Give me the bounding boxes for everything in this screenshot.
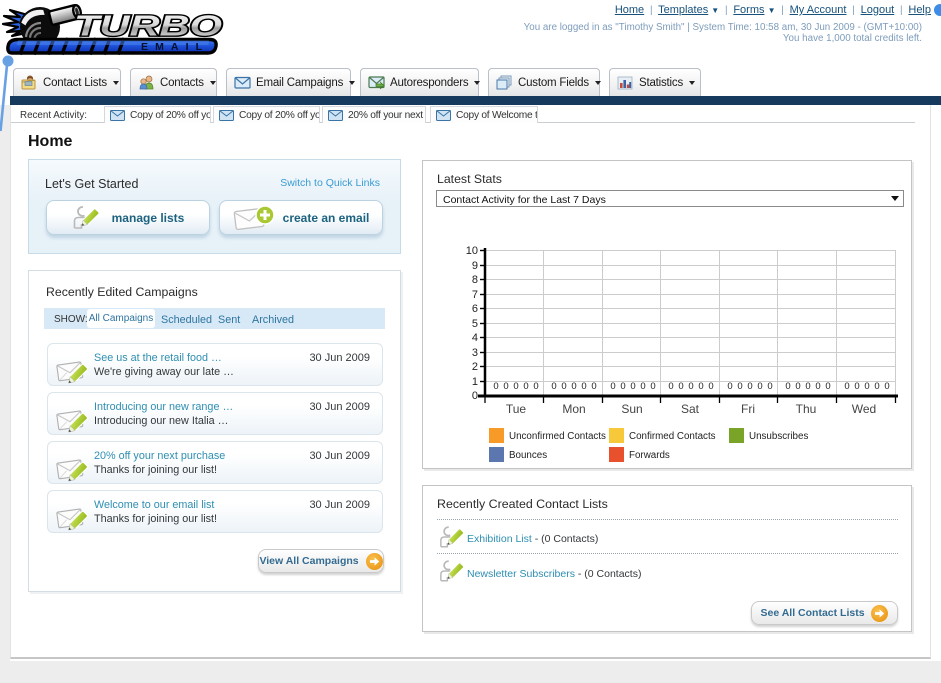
svg-text:0: 0 xyxy=(650,381,655,392)
svg-text:Tue: Tue xyxy=(506,402,527,416)
svg-text:TURBO: TURBO xyxy=(74,11,223,43)
svg-text:Mon: Mon xyxy=(562,402,585,416)
svg-text:7: 7 xyxy=(472,289,478,301)
svg-text:0: 0 xyxy=(785,381,790,392)
svg-text:0: 0 xyxy=(610,381,615,392)
svg-text:Wed: Wed xyxy=(852,402,876,416)
svg-text:0: 0 xyxy=(513,381,518,392)
svg-text:0: 0 xyxy=(620,381,625,392)
svg-text:0: 0 xyxy=(767,381,772,392)
svg-text:8: 8 xyxy=(472,274,478,286)
svg-text:Thu: Thu xyxy=(796,402,817,416)
svg-text:0: 0 xyxy=(757,381,762,392)
svg-text:0: 0 xyxy=(874,381,879,392)
svg-text:0: 0 xyxy=(523,381,528,392)
svg-text:0: 0 xyxy=(825,381,830,392)
svg-text:0: 0 xyxy=(630,381,635,392)
svg-text:9: 9 xyxy=(472,260,478,272)
svg-text:1: 1 xyxy=(472,376,478,388)
svg-text:0: 0 xyxy=(668,381,673,392)
svg-text:0: 0 xyxy=(747,381,752,392)
svg-text:EMAIL: EMAIL xyxy=(141,41,208,53)
svg-text:0: 0 xyxy=(854,381,859,392)
svg-text:3: 3 xyxy=(472,347,478,359)
svg-text:0: 0 xyxy=(698,381,703,392)
svg-text:0: 0 xyxy=(805,381,810,392)
svg-text:10: 10 xyxy=(466,245,478,257)
svg-text:0: 0 xyxy=(561,381,566,392)
svg-text:0: 0 xyxy=(472,390,478,402)
svg-text:2: 2 xyxy=(472,361,478,373)
svg-text:5: 5 xyxy=(472,318,478,330)
svg-text:0: 0 xyxy=(503,381,508,392)
svg-text:4: 4 xyxy=(472,332,478,344)
svg-text:Fri: Fri xyxy=(741,402,755,416)
svg-text:0: 0 xyxy=(864,381,869,392)
svg-text:0: 0 xyxy=(493,381,498,392)
svg-text:0: 0 xyxy=(640,381,645,392)
svg-text:0: 0 xyxy=(815,381,820,392)
svg-text:0: 0 xyxy=(533,381,538,392)
svg-text:0: 0 xyxy=(795,381,800,392)
svg-text:0: 0 xyxy=(708,381,713,392)
svg-text:0: 0 xyxy=(591,381,596,392)
svg-text:0: 0 xyxy=(727,381,732,392)
svg-text:Sat: Sat xyxy=(681,402,700,416)
svg-text:0: 0 xyxy=(571,381,576,392)
svg-text:0: 0 xyxy=(678,381,683,392)
svg-text:0: 0 xyxy=(844,381,849,392)
svg-text:0: 0 xyxy=(688,381,693,392)
svg-text:Sun: Sun xyxy=(621,402,642,416)
svg-text:0: 0 xyxy=(884,381,889,392)
svg-text:0: 0 xyxy=(737,381,742,392)
svg-text:6: 6 xyxy=(472,303,478,315)
svg-text:0: 0 xyxy=(581,381,586,392)
svg-text:0: 0 xyxy=(551,381,556,392)
